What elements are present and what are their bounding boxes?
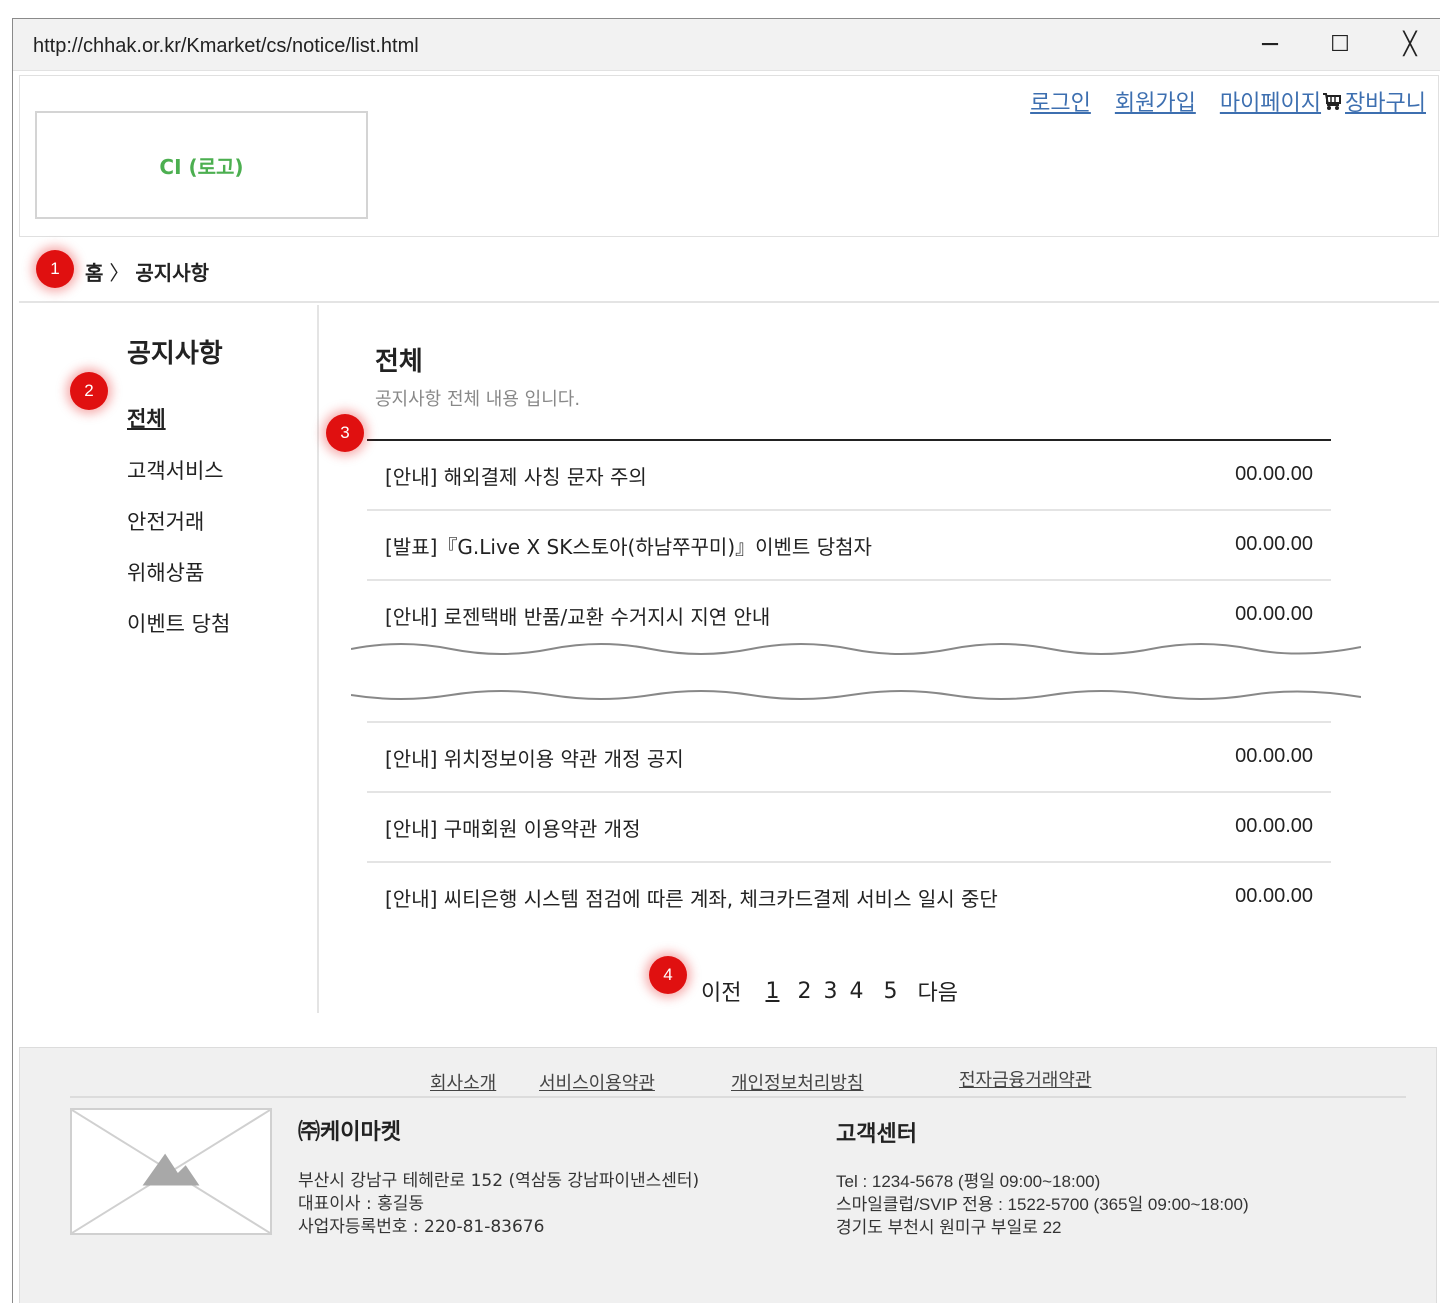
annotation-badge-3: 3	[326, 414, 364, 452]
cs-info: Tel : 1234-5678 (평일 09:00~18:00) 스마일클럽/S…	[836, 1170, 1249, 1239]
site-footer: 회사소개 서비스이용약관 개인정보처리방침 전자금융거래약관 ㈜케이마켓 부산시…	[19, 1047, 1437, 1303]
annotation-badge-2: 2	[70, 372, 108, 410]
sidebar-item-all[interactable]: 전체	[127, 403, 166, 433]
footer-links: 회사소개 서비스이용약관 개인정보처리방침 전자금융거래약관	[20, 1066, 1436, 1096]
maximize-button[interactable]: ☐	[1325, 31, 1355, 61]
site-header: CI (로고) 로그인 회원가입 마이페이지 장바구니	[19, 75, 1439, 237]
notice-row[interactable]: [안내] 해외결제 사칭 문자 주의 00.00.00	[367, 441, 1331, 511]
signup-link[interactable]: 회원가입	[1115, 85, 1196, 117]
cs-tel: Tel : 1234-5678 (평일 09:00~18:00)	[836, 1172, 1101, 1191]
logo[interactable]: CI (로고)	[35, 111, 368, 219]
next-page-link[interactable]: 다음	[917, 975, 957, 1007]
company-address: 부산시 강남구 테헤란로 152 (역삼동 강남파이낸스센터)	[298, 1171, 700, 1191]
notice-date: 00.00.00	[1235, 885, 1313, 907]
company-info: 부산시 강남구 테헤란로 152 (역삼동 강남파이낸스센터) 대표이사 : 홍…	[298, 1170, 699, 1239]
sidebar-item-customer-service[interactable]: 고객서비스	[127, 455, 224, 485]
notice-date: 00.00.00	[1235, 533, 1313, 555]
notice-content: 전체 공지사항 전체 내용 입니다. [안내] 해외결제 사칭 문자 주의 00…	[321, 305, 1440, 1025]
cart-link[interactable]: 장바구니	[1321, 85, 1426, 117]
cs-address: 경기도 부천시 원미구 부일로 22	[836, 1218, 1062, 1237]
cs-title: 고객센터	[836, 1122, 917, 1147]
image-placeholder-icon	[70, 1108, 272, 1235]
sidebar-item-harmful-products[interactable]: 위해상품	[127, 557, 204, 587]
logo-text: CI (로고)	[159, 154, 244, 179]
notice-title: [안내] 해외결제 사칭 문자 주의	[385, 465, 647, 489]
footer-link-about[interactable]: 회사소개	[430, 1069, 496, 1095]
breadcrumb-text: 홈 〉 공지사항	[85, 257, 209, 286]
content-title: 전체	[375, 347, 423, 377]
omission-wave-bottom	[351, 690, 1361, 700]
company-name: ㈜케이마켓	[298, 1120, 401, 1145]
title-bar: http://chhak.or.kr/Kmarket/cs/notice/lis…	[13, 19, 1440, 71]
mypage-link[interactable]: 마이페이지	[1220, 85, 1321, 117]
sidebar: 공지사항 전체 고객서비스 안전거래 위해상품 이벤트 당첨	[19, 305, 319, 1013]
browser-window: http://chhak.or.kr/Kmarket/cs/notice/lis…	[12, 18, 1440, 1303]
notice-row[interactable]: [안내] 씨티은행 시스템 점검에 따른 계좌, 체크카드결제 서비스 일시 중…	[367, 863, 1331, 933]
notice-date: 00.00.00	[1235, 603, 1313, 625]
breadcrumb-current: 공지사항	[135, 261, 210, 285]
page-link[interactable]: 4	[849, 979, 863, 1004]
notice-row[interactable]: [안내] 위치정보이용 약관 개정 공지 00.00.00	[367, 723, 1331, 793]
sidebar-item-event-winners[interactable]: 이벤트 당첨	[127, 608, 230, 638]
page-link[interactable]: 2	[797, 979, 811, 1004]
notice-title: [안내] 로젠택배 반품/교환 수거지시 지연 안내	[385, 605, 771, 629]
sidebar-title: 공지사항	[127, 339, 223, 369]
footer-link-privacy[interactable]: 개인정보처리방침	[731, 1069, 863, 1095]
login-link[interactable]: 로그인	[1030, 85, 1091, 117]
breadcrumb: 홈 〉 공지사항	[19, 237, 1439, 303]
page-link[interactable]: 3	[823, 979, 837, 1004]
notice-date: 00.00.00	[1235, 463, 1313, 485]
footer-link-terms[interactable]: 서비스이용약관	[539, 1069, 655, 1095]
notice-date: 00.00.00	[1235, 815, 1313, 837]
notice-date: 00.00.00	[1235, 745, 1313, 767]
notice-row[interactable]: [안내] 구매회원 이용약관 개정 00.00.00	[367, 793, 1331, 863]
annotation-badge-1: 1	[36, 250, 74, 288]
content-description: 공지사항 전체 내용 입니다.	[375, 389, 581, 410]
page-link[interactable]: 5	[883, 979, 897, 1004]
pagination: 이전 1 2 3 4 5 다음	[701, 975, 970, 1007]
breadcrumb-separator: 〉	[109, 261, 130, 285]
url-text: http://chhak.or.kr/Kmarket/cs/notice/lis…	[33, 35, 419, 57]
prev-page-link[interactable]: 이전	[701, 975, 741, 1007]
omission-wave-top	[351, 643, 1361, 655]
minimize-button[interactable]: ─	[1255, 31, 1285, 61]
annotation-badge-4: 4	[649, 956, 687, 994]
notice-title: [발표]『G.Live X SK스토아(하남쭈꾸미)』이벤트 당첨자	[385, 535, 872, 559]
sidebar-item-safe-trade[interactable]: 안전거래	[127, 506, 204, 536]
notice-title: [안내] 구매회원 이용약관 개정	[385, 817, 641, 841]
cart-icon	[1323, 93, 1342, 110]
notice-row[interactable]: [발표]『G.Live X SK스토아(하남쭈꾸미)』이벤트 당첨자 00.00…	[367, 511, 1331, 581]
top-nav: 로그인 회원가입 마이페이지 장바구니	[1006, 85, 1426, 117]
cart-label: 장바구니	[1345, 91, 1426, 116]
notice-title: [안내] 씨티은행 시스템 점검에 따른 계좌, 체크카드결제 서비스 일시 중…	[385, 887, 998, 911]
breadcrumb-home[interactable]: 홈	[85, 261, 103, 285]
cs-vip: 스마일클럽/SVIP 전용 : 1522-5700 (365일 09:00~18…	[836, 1195, 1249, 1214]
footer-link-efinance-terms[interactable]: 전자금융거래약관	[959, 1066, 1091, 1092]
company-bizno: 사업자등록번호 : 220-81-83676	[298, 1217, 545, 1237]
notice-title: [안내] 위치정보이용 약관 개정 공지	[385, 747, 684, 771]
page-link-current[interactable]: 1	[765, 979, 779, 1004]
close-button[interactable]: ╳	[1395, 31, 1425, 61]
company-ceo: 대표이사 : 홍길동	[298, 1194, 425, 1214]
footer-divider	[70, 1096, 1406, 1098]
